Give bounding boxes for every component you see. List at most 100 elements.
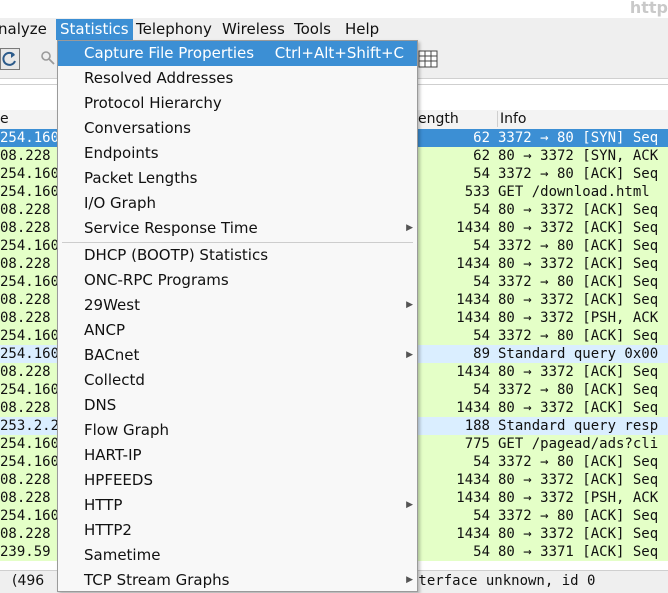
- packet-source: 254.160: [0, 436, 58, 452]
- packet-length: 54: [473, 238, 490, 254]
- packet-info: 80 → 3372 [ACK] Seq: [498, 256, 659, 272]
- menu-item-label: Sametime: [84, 546, 161, 564]
- menu-item-dhcp-bootp-statistics[interactable]: DHCP (BOOTP) Statistics: [58, 243, 417, 268]
- menu-item-label: HPFEEDS: [84, 471, 153, 489]
- packet-info: 80 → 3372 [ACK] Seq: [498, 364, 659, 380]
- packet-info: 3372 → 80 [ACK] Seq: [498, 166, 659, 182]
- packet-source: 254.160: [0, 130, 58, 146]
- resize-columns-icon[interactable]: [418, 50, 438, 68]
- menu-item-bacnet[interactable]: BACnet ▶: [58, 343, 417, 368]
- menu-item-label: DNS: [84, 396, 117, 414]
- menu-item-ancp[interactable]: ANCP: [58, 318, 417, 343]
- packet-source: 08.228: [0, 364, 51, 380]
- packet-info: 80 → 3372 [PSH, ACK: [498, 490, 659, 506]
- packet-length: 775: [464, 436, 490, 452]
- packet-source: 254.160: [0, 382, 58, 398]
- menu-item-label: Resolved Addresses: [84, 69, 234, 87]
- menubar: nalyze Statistics Telephony Wireless Too…: [0, 18, 668, 40]
- packet-source: 08.228: [0, 472, 51, 488]
- menu-tools[interactable]: Tools: [290, 19, 335, 40]
- menu-item-resolved-addresses[interactable]: Resolved Addresses: [58, 66, 417, 91]
- packet-info: 80 → 3372 [ACK] Seq: [498, 472, 659, 488]
- menu-item-label: Protocol Hierarchy: [84, 94, 222, 112]
- reload-button[interactable]: [0, 48, 20, 70]
- packet-info: 3372 → 80 [ACK] Seq: [498, 382, 659, 398]
- packet-length: 54: [473, 454, 490, 470]
- packet-info: Standard query 0x00: [498, 346, 659, 362]
- packet-info: 3372 → 80 [ACK] Seq: [498, 328, 659, 344]
- packet-info: 80 → 3372 [PSH, ACK: [498, 310, 659, 326]
- menu-item-hpfeeds[interactable]: HPFEEDS: [58, 468, 417, 493]
- status-packet-count: (496: [12, 573, 45, 589]
- packet-source: 08.228: [0, 220, 51, 236]
- packet-info: GET /download.html: [498, 184, 650, 200]
- packet-info: 80 → 3372 [ACK] Seq: [498, 292, 659, 308]
- menu-item-protocol-hierarchy[interactable]: Protocol Hierarchy: [58, 91, 417, 116]
- status-interface-text: nterface unknown, id 0: [410, 573, 596, 589]
- submenu-arrow-icon: ▶: [406, 350, 413, 360]
- search-icon[interactable]: [40, 50, 56, 66]
- menu-item-conversations[interactable]: Conversations: [58, 116, 417, 141]
- menu-item-onc-rpc-programs[interactable]: ONC-RPC Programs: [58, 268, 417, 293]
- menu-item-label: 29West: [84, 296, 140, 314]
- submenu-arrow-icon: ▶: [406, 223, 413, 233]
- packet-source: 08.228: [0, 148, 51, 164]
- menu-wireless[interactable]: Wireless: [218, 19, 289, 40]
- packet-info: 80 → 3371 [ACK] Seq: [498, 544, 659, 560]
- column-header-source[interactable]: e: [0, 111, 9, 127]
- packet-info: 3372 → 80 [SYN] Seq: [498, 130, 659, 146]
- packet-length: 54: [473, 508, 490, 524]
- packet-length: 1434: [456, 292, 490, 308]
- menu-item-label: Packet Lengths: [84, 169, 198, 187]
- menu-item-collectd[interactable]: Collectd: [58, 368, 417, 393]
- submenu-arrow-icon: ▶: [406, 500, 413, 510]
- reload-icon: [2, 51, 16, 66]
- column-header-info[interactable]: Info: [497, 111, 527, 127]
- menu-telephony[interactable]: Telephony: [132, 19, 216, 40]
- packet-source: 254.160: [0, 166, 58, 182]
- menu-item-label: Collectd: [84, 371, 145, 389]
- statistics-menu: Capture File Properties Ctrl+Alt+Shift+C R…: [57, 40, 418, 592]
- menu-item-packet-lengths[interactable]: Packet Lengths: [58, 166, 417, 191]
- menu-help[interactable]: Help: [341, 19, 383, 40]
- menu-analyze[interactable]: nalyze: [0, 19, 51, 40]
- packet-source: 254.160: [0, 346, 58, 362]
- menu-item-i-o-graph[interactable]: I/O Graph: [58, 191, 417, 216]
- packet-source: 254.160: [0, 508, 58, 524]
- packet-length: 54: [473, 166, 490, 182]
- menu-item-endpoints[interactable]: Endpoints: [58, 141, 417, 166]
- column-header-length[interactable]: ength: [418, 111, 459, 127]
- menu-item-label: DHCP (BOOTP) Statistics: [84, 246, 269, 264]
- packet-source: 254.160: [0, 328, 58, 344]
- menu-item-flow-graph[interactable]: Flow Graph: [58, 418, 417, 443]
- menu-item-label: ANCP: [84, 321, 126, 339]
- menu-item-capture-file-properties[interactable]: Capture File Properties Ctrl+Alt+Shift+C: [58, 41, 417, 66]
- menu-item-label: Service Response Time: [84, 219, 258, 237]
- packet-length: 1434: [456, 364, 490, 380]
- packet-source: 239.59: [0, 544, 51, 560]
- packet-length: 89: [473, 346, 490, 362]
- packet-length: 54: [473, 328, 490, 344]
- window-title: http: [629, 0, 668, 17]
- menu-item-sametime[interactable]: Sametime: [58, 543, 417, 568]
- menu-item-29west[interactable]: 29West ▶: [58, 293, 417, 318]
- packet-length: 188: [464, 418, 490, 434]
- menu-item-service-response-time[interactable]: Service Response Time ▶: [58, 216, 417, 241]
- packet-info: 80 → 3372 [SYN, ACK: [498, 148, 659, 164]
- packet-length: 1434: [456, 490, 490, 506]
- packet-length: 54: [473, 544, 490, 560]
- menu-statistics[interactable]: Statistics: [56, 19, 133, 40]
- packet-length: 533: [464, 184, 490, 200]
- packet-source: 253.2.2: [0, 418, 58, 434]
- menu-item-dns[interactable]: DNS: [58, 393, 417, 418]
- menu-item-http2[interactable]: HTTP2: [58, 518, 417, 543]
- menu-item-http[interactable]: HTTP ▶: [58, 493, 417, 518]
- menu-item-label: Endpoints: [84, 144, 159, 162]
- packet-source: 254.160: [0, 184, 58, 200]
- menu-item-label: HART-IP: [84, 446, 142, 464]
- packet-info: 80 → 3372 [ACK] Seq: [498, 526, 659, 542]
- menu-item-hart-ip[interactable]: HART-IP: [58, 443, 417, 468]
- packet-source: 08.228: [0, 526, 51, 542]
- menu-item-tcp-stream-graphs[interactable]: TCP Stream Graphs ▶: [58, 568, 417, 591]
- menu-item-label: Flow Graph: [84, 421, 170, 439]
